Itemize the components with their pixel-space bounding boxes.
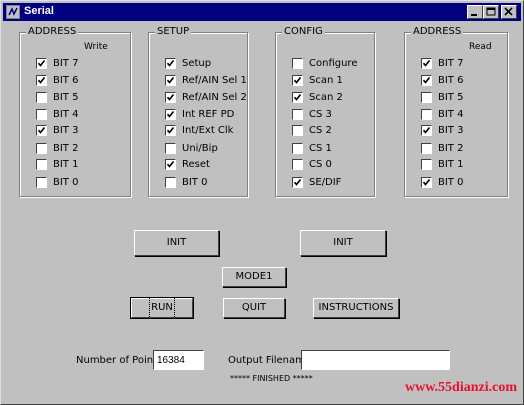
checkmark-icon: [293, 77, 302, 84]
run-button[interactable]: RUN: [130, 297, 194, 319]
checkmark-icon: [293, 94, 302, 101]
checkbox-checked[interactable]: [165, 159, 176, 170]
checkmark-icon: [422, 77, 431, 84]
group-address-write: ADDRESS Write BIT 7 BIT 6 BIT 5 BIT 4 BI…: [19, 26, 131, 197]
group-title: ADDRESS: [26, 26, 79, 38]
close-button[interactable]: [501, 5, 517, 19]
quit-button[interactable]: QUIT: [223, 298, 285, 318]
checkmark-icon: [422, 179, 431, 186]
points-input[interactable]: [153, 350, 204, 370]
checkmark-icon: [166, 77, 175, 84]
checkmark-icon: [37, 60, 46, 67]
checkbox-unchecked[interactable]: [36, 109, 47, 120]
checkbox-unchecked[interactable]: [421, 159, 432, 170]
checkbox-checked[interactable]: [165, 58, 176, 69]
checkbox-unchecked[interactable]: [292, 143, 303, 154]
status-text: ***** FINISHED *****: [230, 374, 313, 383]
checkmark-icon: [37, 77, 46, 84]
checkbox-checked[interactable]: [165, 109, 176, 120]
checkbox-unchecked[interactable]: [421, 143, 432, 154]
filename-label: Output Filename: [228, 355, 312, 366]
checkbox-unchecked[interactable]: [292, 159, 303, 170]
checkbox-checked[interactable]: [421, 58, 432, 69]
checkmark-icon: [422, 127, 431, 134]
checkmark-icon: [166, 60, 175, 67]
checkbox-unchecked[interactable]: [36, 177, 47, 188]
group-title: SETUP: [155, 26, 192, 38]
checkbox-checked[interactable]: [36, 125, 47, 136]
points-label: Number of Points: [76, 355, 163, 366]
maximize-button[interactable]: [483, 5, 499, 19]
group-setup: SETUP Setup Ref/AIN Sel 1 Ref/AIN Sel 2 …: [148, 26, 248, 197]
checkbox-unchecked[interactable]: [292, 58, 303, 69]
close-icon: [504, 7, 513, 16]
checkmark-icon: [166, 127, 175, 134]
checkbox-unchecked[interactable]: [292, 109, 303, 120]
checkbox-checked[interactable]: [165, 75, 176, 86]
checkmark-icon: [293, 179, 302, 186]
init-left-button[interactable]: INIT: [134, 230, 219, 256]
serial-window: Serial ADDRESS Write BIT 7 BIT 6 BIT 5 B…: [0, 0, 524, 405]
checkbox-checked[interactable]: [36, 58, 47, 69]
maximize-icon: [486, 7, 496, 16]
checkbox-checked[interactable]: [36, 75, 47, 86]
checkbox-unchecked[interactable]: [36, 92, 47, 103]
checkbox-checked[interactable]: [421, 177, 432, 188]
checkbox-checked[interactable]: [421, 125, 432, 136]
watermark: www.55dianzi.com: [405, 380, 517, 395]
checkbox-unchecked[interactable]: [421, 109, 432, 120]
checkmark-icon: [166, 111, 175, 118]
instructions-button[interactable]: INSTRUCTIONS: [313, 298, 399, 318]
group-title: CONFIG: [282, 26, 325, 38]
checkbox-unchecked[interactable]: [292, 125, 303, 136]
group-config: CONFIG Configure Scan 1 Scan 2 CS 3 CS 2…: [275, 26, 375, 197]
title-bar[interactable]: Serial: [3, 3, 521, 21]
checkbox-checked[interactable]: [165, 125, 176, 136]
minimize-button[interactable]: [467, 5, 483, 19]
checkbox-unchecked[interactable]: [165, 143, 176, 154]
checkbox-unchecked[interactable]: [36, 159, 47, 170]
mode1-button[interactable]: MODE1: [222, 267, 286, 287]
checkmark-icon: [166, 161, 175, 168]
group-subtitle: Write: [84, 42, 108, 52]
checkmark-icon: [37, 127, 46, 134]
checkbox-checked[interactable]: [421, 75, 432, 86]
window-title: Serial: [24, 5, 54, 17]
checkmark-icon: [166, 94, 175, 101]
app-icon[interactable]: [6, 5, 20, 19]
init-right-button[interactable]: INIT: [300, 230, 386, 256]
checkbox-checked[interactable]: [165, 92, 176, 103]
group-subtitle: Read: [469, 42, 492, 52]
checkmark-icon: [422, 60, 431, 67]
checkbox-checked[interactable]: [292, 75, 303, 86]
filename-input[interactable]: [301, 350, 450, 370]
checkbox-unchecked[interactable]: [36, 143, 47, 154]
minimize-icon: [471, 14, 477, 16]
checkbox-checked[interactable]: [292, 177, 303, 188]
checkbox-unchecked[interactable]: [165, 177, 176, 188]
checkbox-checked[interactable]: [292, 92, 303, 103]
checkbox-unchecked[interactable]: [421, 92, 432, 103]
group-title: ADDRESS: [411, 26, 464, 38]
group-address-read: ADDRESS Read BIT 7 BIT 6 BIT 5 BIT 4 BIT…: [404, 26, 508, 197]
